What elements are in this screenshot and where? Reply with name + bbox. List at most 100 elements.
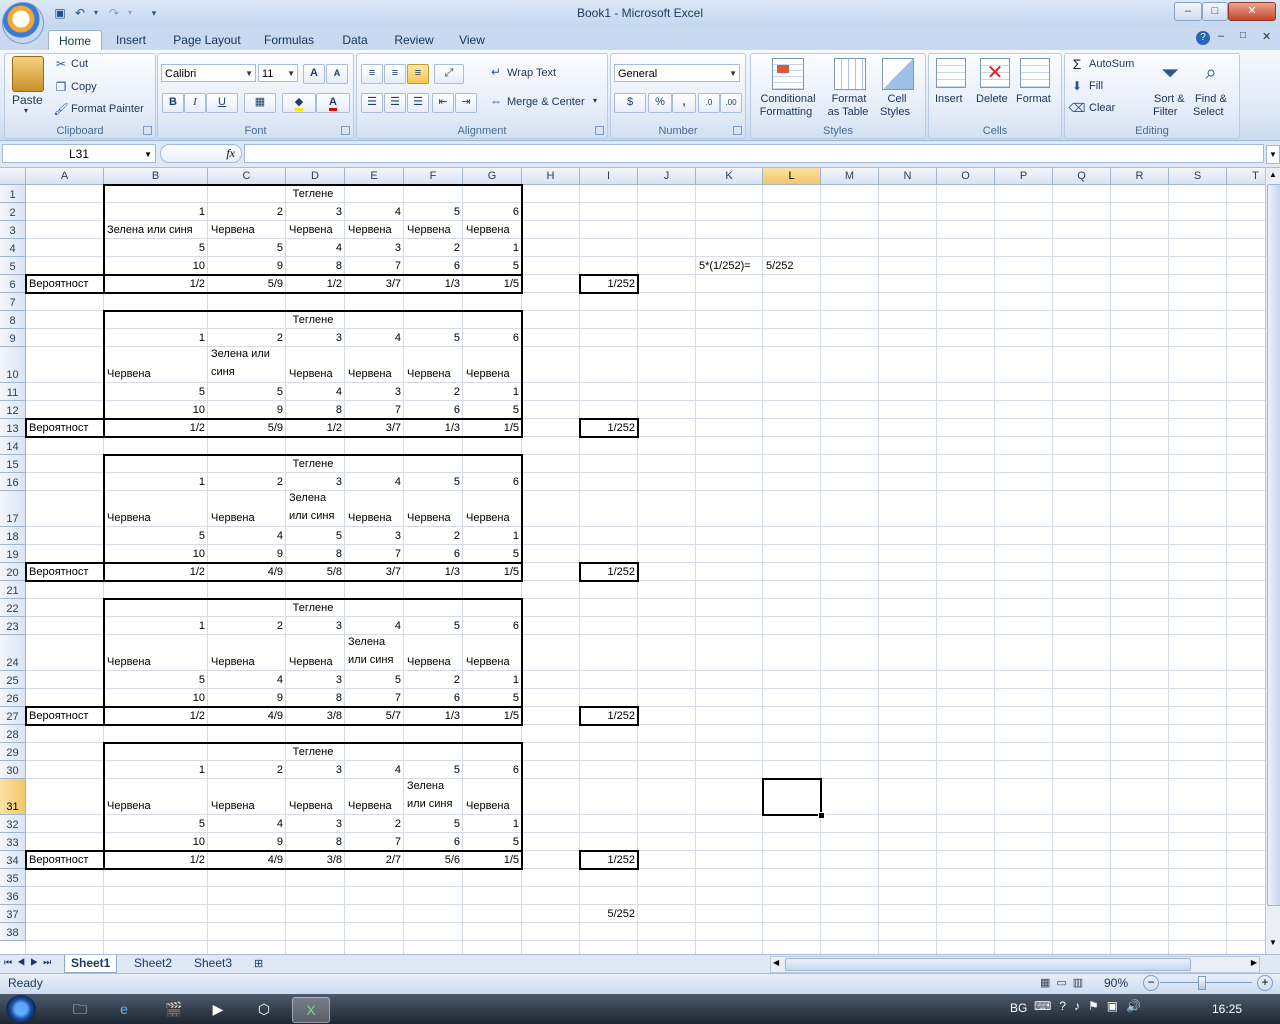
zoom-out-button[interactable]: − <box>1143 975 1159 991</box>
scroll-right-icon[interactable]: ▶ <box>1251 958 1257 967</box>
row-header[interactable]: 5 <box>0 257 26 275</box>
format-cells-icon[interactable] <box>1020 58 1050 88</box>
increase-decimal-button[interactable]: .0 <box>698 93 720 113</box>
explorer-icon[interactable]: 🗀 <box>62 997 98 1021</box>
format-as-table-icon[interactable] <box>834 58 866 90</box>
zoom-in-button[interactable]: + <box>1257 975 1273 991</box>
align-top-button[interactable]: ≡ <box>361 64 383 84</box>
row-header[interactable]: 2 <box>0 203 26 221</box>
tab-insert[interactable]: Insert <box>108 30 154 50</box>
close-button[interactable]: ✕ <box>1228 2 1276 21</box>
percent-style-button[interactable]: % <box>648 93 672 113</box>
column-header[interactable]: P <box>995 168 1053 185</box>
sheet-tab-1[interactable]: Sheet1 <box>64 955 118 973</box>
column-header[interactable]: D <box>286 168 345 185</box>
font-name-combo[interactable]: Calibri ▼ <box>161 64 256 82</box>
paste-button[interactable]: Paste <box>12 93 43 107</box>
underline-button[interactable]: U <box>206 93 238 113</box>
row-header[interactable]: 30 <box>0 761 26 779</box>
alignment-launcher-icon[interactable] <box>595 126 604 135</box>
delete-cells-icon[interactable]: ✕ <box>980 58 1010 88</box>
zoom-level[interactable]: 90% <box>1104 976 1128 990</box>
column-header[interactable]: N <box>879 168 937 185</box>
sort-filter-line1[interactable]: Sort & <box>1154 93 1185 105</box>
column-header[interactable]: O <box>937 168 995 185</box>
tab-review[interactable]: Review <box>388 30 440 50</box>
shrink-font-button[interactable]: A <box>326 64 348 84</box>
row-header[interactable]: 37 <box>0 905 26 923</box>
row-header[interactable]: 7 <box>0 293 26 311</box>
copy-button[interactable]: Copy <box>71 81 97 93</box>
comma-style-button[interactable]: , <box>672 93 696 113</box>
horizontal-scroll-thumb[interactable] <box>785 958 1191 971</box>
column-header[interactable]: Q <box>1053 168 1111 185</box>
workbook-close-icon[interactable]: ✕ <box>1262 30 1271 43</box>
row-header[interactable]: 1 <box>0 185 26 203</box>
row-header[interactable]: 12 <box>0 401 26 419</box>
sheet-tab-3[interactable]: Sheet3 <box>188 955 238 972</box>
row-header[interactable]: 31 <box>0 779 26 815</box>
row-header[interactable]: 14 <box>0 437 26 455</box>
scroll-up-icon[interactable]: ▲ <box>1268 170 1278 182</box>
grid-cell[interactable]: Вероятност <box>26 851 104 869</box>
tab-page-layout[interactable]: Page Layout <box>168 30 246 50</box>
align-left-button[interactable]: ☰ <box>361 93 383 113</box>
find-select-line2[interactable]: Select <box>1193 106 1224 118</box>
accounting-format-button[interactable]: $ <box>614 93 646 113</box>
chevron-down-icon[interactable]: ▼ <box>144 145 152 164</box>
paste-icon[interactable] <box>12 56 44 92</box>
clock[interactable]: 16:25 <box>1212 1002 1242 1016</box>
format-cells-button[interactable]: Format <box>1016 93 1051 105</box>
scroll-down-icon[interactable]: ▼ <box>1268 938 1278 950</box>
row-header[interactable]: 33 <box>0 833 26 851</box>
insert-sheet-icon[interactable]: ⊞ <box>254 957 263 970</box>
name-box[interactable]: L31 ▼ <box>2 144 156 163</box>
row-header[interactable]: 28 <box>0 725 26 743</box>
column-header[interactable]: E <box>345 168 404 185</box>
row-header[interactable]: 35 <box>0 869 26 887</box>
row-header[interactable]: 29 <box>0 743 26 761</box>
column-header[interactable]: K <box>696 168 763 185</box>
tab-formulas[interactable]: Formulas <box>258 30 320 50</box>
help-icon[interactable]: ? <box>1196 31 1210 45</box>
conditional-formatting-line2[interactable]: Formatting <box>755 106 817 118</box>
conditional-formatting-icon[interactable] <box>772 58 804 90</box>
number-launcher-icon[interactable] <box>733 126 742 135</box>
ribbon-restore-icon[interactable]: □ <box>1240 30 1246 41</box>
column-header[interactable]: R <box>1111 168 1169 185</box>
column-header[interactable]: T <box>1227 168 1265 185</box>
row-header[interactable]: 9 <box>0 329 26 347</box>
paste-dropdown-icon[interactable]: ▾ <box>24 106 28 115</box>
find-select-line1[interactable]: Find & <box>1195 93 1227 105</box>
view-buttons[interactable]: ▦▭▥ <box>1040 976 1096 990</box>
row-header[interactable]: 17 <box>0 491 26 527</box>
format-painter-icon[interactable]: 🖌 <box>52 101 70 117</box>
zoom-slider-track[interactable] <box>1160 982 1252 983</box>
binoculars-icon[interactable]: ⌕ <box>1196 58 1226 88</box>
copy-icon[interactable]: ❐ <box>52 79 70 95</box>
sort-filter-line2[interactable]: Filter <box>1153 106 1177 118</box>
worksheet-grid[interactable]: A B C D E F G H I J K L M N O P Q R S T 1 2 3 4 5 6 7 8 9 10 11 12 13 14 1… <box>0 168 1265 954</box>
vertical-scrollbar[interactable]: ▲ ▼ <box>1265 168 1280 954</box>
clear-button[interactable]: Clear <box>1089 102 1115 114</box>
ribbon-minimize-icon[interactable]: – <box>1218 30 1224 42</box>
cell-styles-icon[interactable] <box>882 58 914 90</box>
align-bottom-button[interactable]: ≡ <box>407 64 429 84</box>
row-header[interactable]: 6 <box>0 275 26 293</box>
cell-styles-line2[interactable]: Styles <box>878 106 912 118</box>
grid-cell[interactable]: 5/252 <box>763 257 821 275</box>
row-header[interactable]: 27 <box>0 707 26 725</box>
insert-function-icon[interactable]: fx <box>226 146 235 161</box>
row-header[interactable]: 18 <box>0 527 26 545</box>
cell-styles-line1[interactable]: Cell <box>880 93 914 105</box>
column-header[interactable]: S <box>1169 168 1227 185</box>
increase-indent-button[interactable]: ⇥ <box>455 93 477 113</box>
grid-cell[interactable]: Вероятност <box>26 563 104 581</box>
row-header[interactable]: 8 <box>0 311 26 329</box>
row-header[interactable]: 3 <box>0 221 26 239</box>
grid-cell[interactable]: Вероятност <box>26 707 104 725</box>
windows-start-icon[interactable] <box>6 995 36 1023</box>
bold-button[interactable]: B <box>162 93 184 113</box>
autosum-button[interactable]: AutoSum <box>1089 58 1134 70</box>
media-player-icon[interactable]: ▶ <box>200 997 236 1021</box>
